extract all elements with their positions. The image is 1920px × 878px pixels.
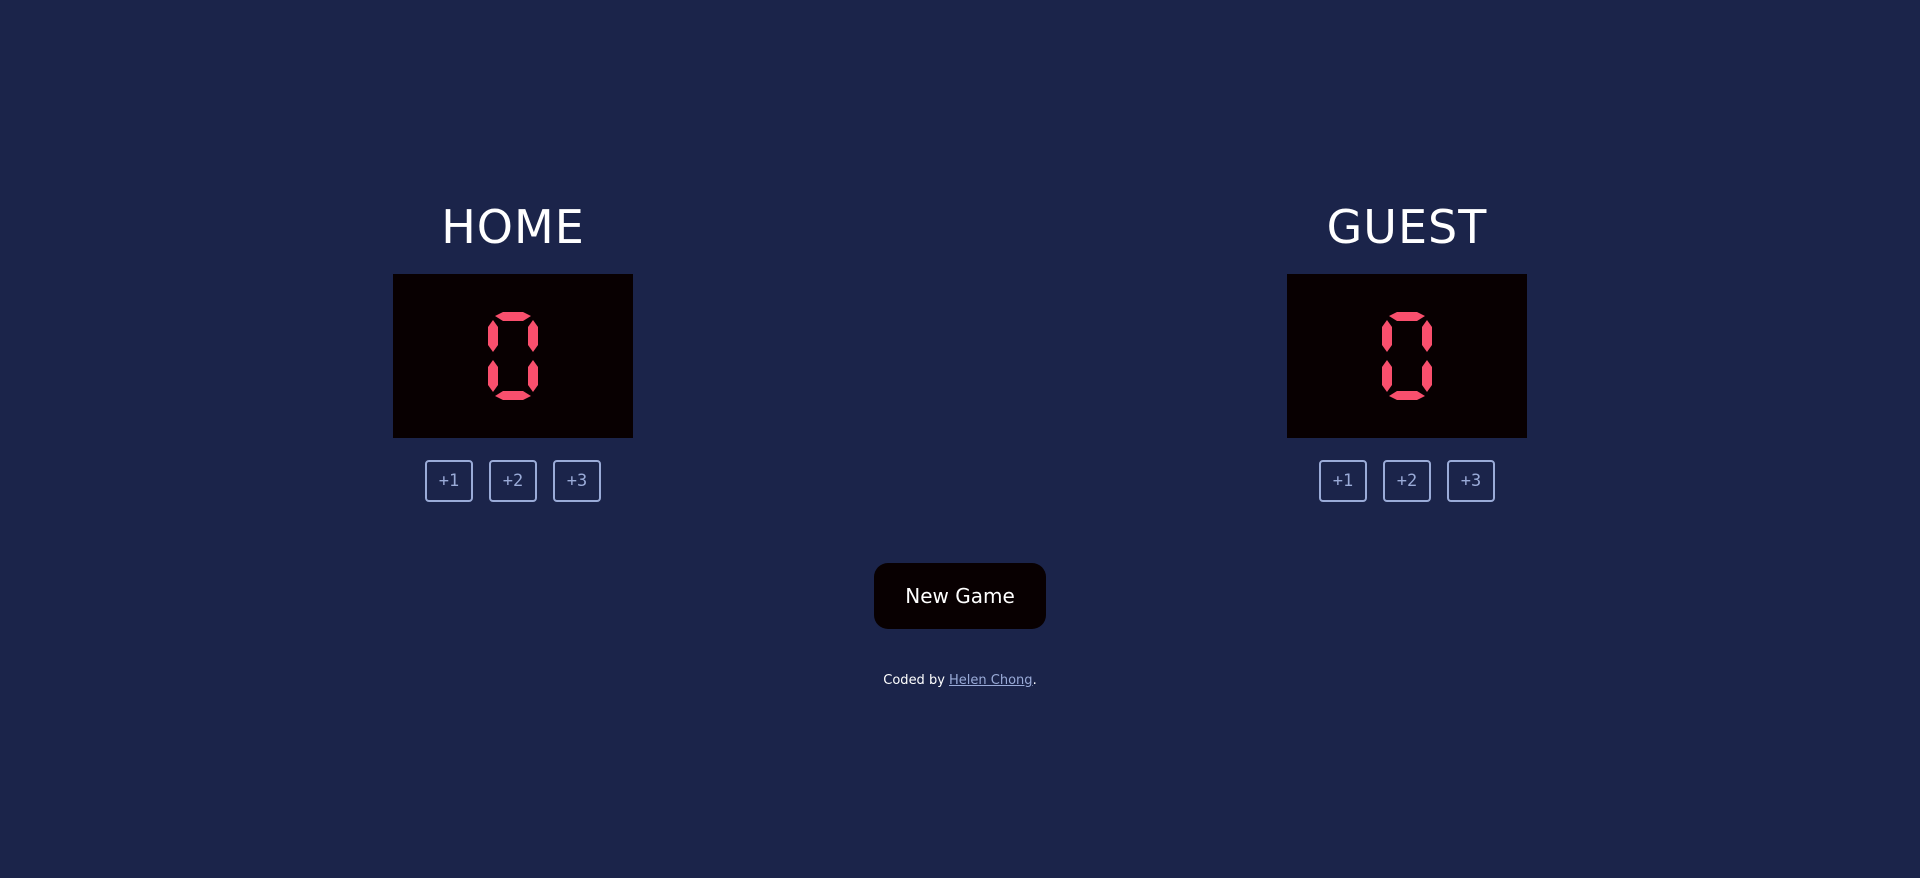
segment-c [528, 360, 538, 392]
home-title: HOME [441, 200, 585, 254]
author-link[interactable]: Helen Chong [949, 673, 1033, 688]
segment-b [528, 320, 538, 352]
segment-f [488, 320, 498, 352]
guest-score-digit [1382, 312, 1432, 400]
home-add-3-button[interactable]: +3 [553, 460, 601, 502]
home-add-1-button[interactable]: +1 [425, 460, 473, 502]
guest-add-2-button[interactable]: +2 [1383, 460, 1431, 502]
home-panel: HOME +1 +2 +3 [393, 198, 633, 502]
footer-suffix: . [1032, 673, 1037, 688]
segment-e [488, 360, 498, 392]
guest-score-buttons: +1 +2 +3 [1319, 460, 1495, 502]
segment-a [495, 312, 531, 321]
guest-add-3-button[interactable]: +3 [1447, 460, 1495, 502]
segment-e [1382, 360, 1392, 392]
segment-a [1389, 312, 1425, 321]
segment-f [1382, 320, 1392, 352]
home-score-display [393, 274, 633, 438]
segment-c [1422, 360, 1432, 392]
home-add-2-button[interactable]: +2 [489, 460, 537, 502]
segment-d [1389, 391, 1425, 400]
guest-add-1-button[interactable]: +1 [1319, 460, 1367, 502]
home-score-buttons: +1 +2 +3 [425, 460, 601, 502]
footer-credit: Coded by Helen Chong. [0, 673, 1920, 688]
segment-d [495, 391, 531, 400]
guest-title: GUEST [1326, 200, 1488, 254]
footer-prefix: Coded by [883, 673, 950, 688]
guest-panel: GUEST +1 +2 +3 [1287, 198, 1527, 502]
new-game-button[interactable]: New Game [874, 563, 1046, 629]
guest-score-display [1287, 274, 1527, 438]
segment-b [1422, 320, 1432, 352]
scoreboard-page: HOME +1 +2 +3 GUEST +1 +2 +3 New Game Co… [0, 0, 1920, 878]
home-score-digit [488, 312, 538, 400]
